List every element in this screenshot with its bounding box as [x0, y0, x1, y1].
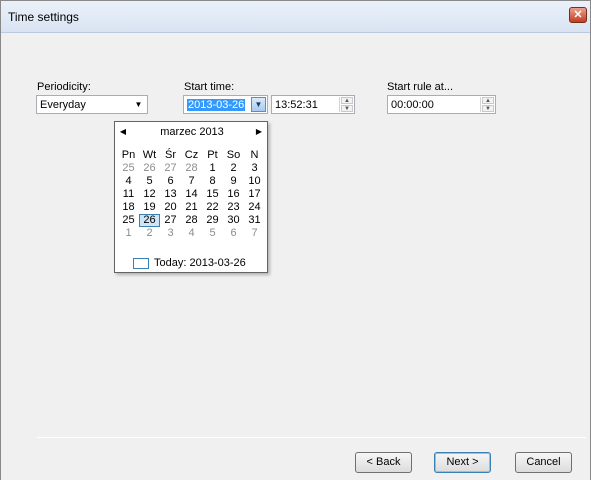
time-settings-window: Time settings ✕ Periodicity: Everyday ▼ … — [0, 0, 591, 480]
calendar-day[interactable]: 16 — [223, 188, 244, 201]
rule-spinner[interactable]: ▲ ▼ — [480, 97, 494, 112]
calendar-day[interactable]: 22 — [202, 201, 223, 214]
calendar-day[interactable]: 10 — [244, 175, 265, 188]
close-icon: ✕ — [573, 9, 583, 21]
calendar-day[interactable]: 19 — [139, 201, 160, 214]
back-button[interactable]: < Back — [355, 452, 412, 473]
calendar-day[interactable]: 25 — [118, 214, 139, 227]
weekday-header: N — [250, 149, 259, 161]
periodicity-value: Everyday — [40, 99, 86, 111]
calendar-day[interactable]: 7 — [244, 227, 265, 240]
calendar-day[interactable]: 3 — [244, 162, 265, 175]
calendar-day[interactable]: 1 — [202, 162, 223, 175]
spin-up-icon[interactable]: ▲ — [341, 97, 353, 104]
calendar-day[interactable]: 5 — [139, 175, 160, 188]
today-label: Today: 2013-03-26 — [154, 257, 246, 269]
start-time-stepper[interactable]: 13:52:31 ▲ ▼ — [271, 95, 355, 114]
start-time-label: Start time: — [184, 81, 235, 93]
today-marker-icon — [133, 258, 149, 269]
calendar-day[interactable]: 6 — [223, 227, 244, 240]
calendar-day[interactable]: 11 — [118, 188, 139, 201]
calendar-day[interactable]: 15 — [202, 188, 223, 201]
spin-down-icon[interactable]: ▼ — [341, 105, 353, 112]
calendar-day[interactable]: 30 — [223, 214, 244, 227]
calendar-dropdown-button[interactable]: ▼ — [251, 97, 266, 112]
calendar-day[interactable]: 20 — [160, 201, 181, 214]
calendar-day[interactable]: 5 — [202, 227, 223, 240]
spin-down-icon[interactable]: ▼ — [482, 105, 494, 112]
calendar-day[interactable]: 3 — [160, 227, 181, 240]
calendar-day[interactable]: 2 — [139, 227, 160, 240]
calendar-day[interactable]: 7 — [181, 175, 202, 188]
calendar-day[interactable]: 12 — [139, 188, 160, 201]
calendar-day[interactable]: 18 — [118, 201, 139, 214]
calendar-day[interactable]: 17 — [244, 188, 265, 201]
start-rule-stepper[interactable]: 00:00:00 ▲ ▼ — [387, 95, 496, 114]
calendar-day[interactable]: 27 — [160, 162, 181, 175]
calendar-popup: ◀ marzec 2013 ▶ Pn Wt Śr Cz Pt So N 25 26 27 28 1 2 3… — [114, 121, 268, 273]
calendar-day[interactable]: 8 — [202, 175, 223, 188]
calendar-day[interactable]: 13 — [160, 188, 181, 201]
weekday-header: Pt — [207, 149, 218, 161]
spin-up-icon[interactable]: ▲ — [482, 97, 494, 104]
calendar-day[interactable]: 23 — [223, 201, 244, 214]
start-date-value: 2013-03-26 — [187, 99, 246, 111]
calendar-day[interactable]: 27 — [160, 214, 181, 227]
start-rule-value: 00:00:00 — [391, 99, 434, 111]
calendar-day[interactable]: 26 — [139, 162, 160, 175]
weekday-header: Wt — [142, 149, 157, 161]
calendar-day[interactable]: 24 — [244, 201, 265, 214]
window-title: Time settings — [8, 10, 79, 24]
calendar-day[interactable]: 6 — [160, 175, 181, 188]
start-date-picker[interactable]: 2013-03-26 ▼ — [183, 95, 268, 114]
calendar-day[interactable]: 14 — [181, 188, 202, 201]
title-bar: Time settings ✕ — [1, 1, 590, 33]
calendar-day[interactable]: 4 — [181, 227, 202, 240]
calendar-day[interactable]: 25 — [118, 162, 139, 175]
chevron-down-icon: ▼ — [254, 100, 263, 109]
start-time-value: 13:52:31 — [275, 99, 318, 111]
calendar-day[interactable]: 28 — [181, 214, 202, 227]
calendar-day[interactable]: 31 — [244, 214, 265, 227]
next-button[interactable]: Next > — [434, 452, 491, 473]
calendar-day[interactable]: 28 — [181, 162, 202, 175]
calendar-header: ◀ marzec 2013 ▶ — [115, 126, 269, 142]
weekday-header: Pn — [121, 149, 136, 161]
weekday-header: So — [226, 149, 241, 161]
close-button[interactable]: ✕ — [569, 7, 587, 23]
periodicity-label: Periodicity: — [37, 81, 91, 93]
calendar-day-selected[interactable]: 26 — [139, 214, 160, 227]
weekday-header: Śr — [165, 149, 176, 161]
next-month-icon[interactable]: ▶ — [253, 127, 265, 136]
calendar-day[interactable]: 1 — [118, 227, 139, 240]
cancel-button[interactable]: Cancel — [515, 452, 572, 473]
calendar-day[interactable]: 29 — [202, 214, 223, 227]
periodicity-dropdown[interactable]: Everyday ▼ — [36, 95, 148, 114]
time-spinner[interactable]: ▲ ▼ — [339, 97, 353, 112]
calendar-grid: Pn Wt Śr Cz Pt So N 25 26 27 28 1 2 3 4 5 6 7 8 9 10 11 12 13 14… — [118, 149, 266, 240]
calendar-day[interactable]: 2 — [223, 162, 244, 175]
footer-divider — [37, 437, 586, 438]
dialog-content: Periodicity: Everyday ▼ Start time: 2013… — [1, 34, 590, 480]
chevron-down-icon: ▼ — [134, 100, 143, 109]
start-rule-label: Start rule at... — [387, 81, 454, 93]
calendar-month-title[interactable]: marzec 2013 — [115, 126, 269, 138]
calendar-day[interactable]: 4 — [118, 175, 139, 188]
calendar-day[interactable]: 21 — [181, 201, 202, 214]
calendar-day[interactable]: 9 — [223, 175, 244, 188]
weekday-header: Cz — [184, 149, 199, 161]
